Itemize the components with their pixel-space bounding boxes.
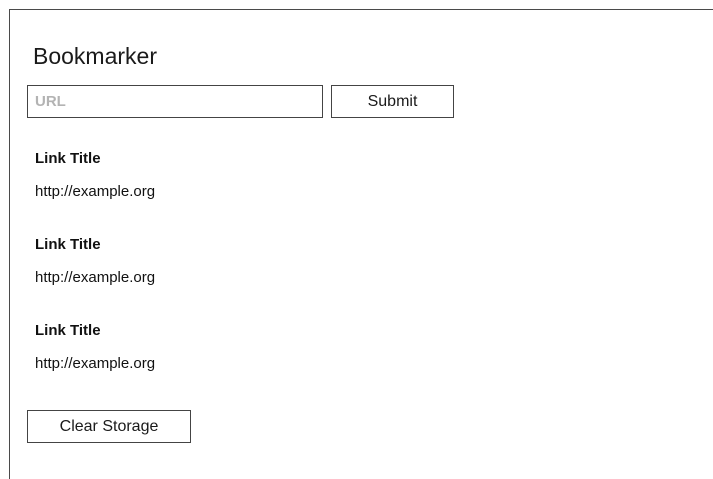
page-title: Bookmarker [33, 43, 157, 69]
url-input[interactable] [27, 85, 323, 118]
bookmark-title: Link Title [35, 236, 101, 253]
bookmark-url[interactable]: http://example.org [35, 355, 435, 373]
bookmark-item: Link Title http://example.org [35, 236, 435, 287]
bookmark-url[interactable]: http://example.org [35, 183, 435, 201]
bookmark-title: Link Title [35, 322, 101, 339]
bookmark-url[interactable]: http://example.org [35, 269, 435, 287]
bookmark-title: Link Title [35, 150, 101, 167]
submit-button[interactable]: Submit [331, 85, 454, 118]
clear-storage-button[interactable]: Clear Storage [27, 410, 191, 443]
bookmark-item: Link Title http://example.org [35, 322, 435, 373]
bookmark-item: Link Title http://example.org [35, 150, 435, 201]
